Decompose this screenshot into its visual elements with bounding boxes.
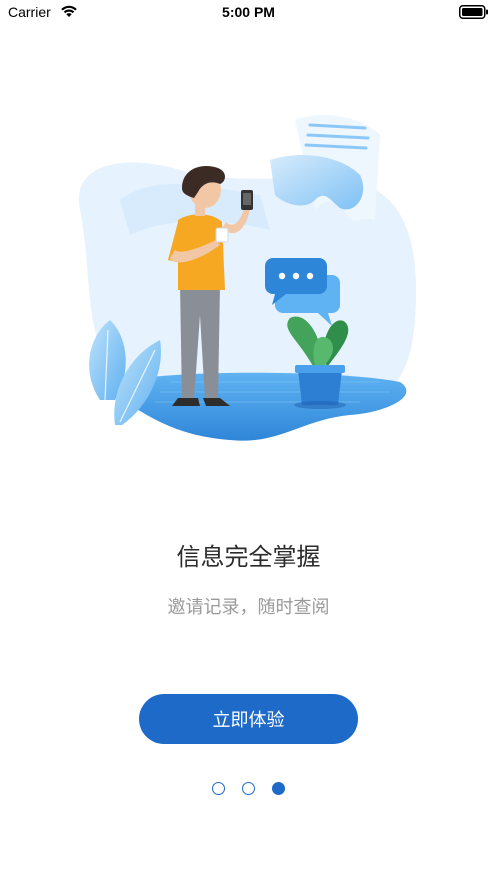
onboarding-illustration <box>78 115 417 441</box>
phone-icon <box>241 190 253 210</box>
page-indicator <box>0 782 497 798</box>
page-dot-2[interactable] <box>242 782 255 795</box>
page-dot-1[interactable] <box>212 782 225 795</box>
clock: 5:00 PM <box>222 4 275 20</box>
status-bar: Carrier 5:00 PM <box>0 0 497 26</box>
start-now-button[interactable]: 立即体验 <box>139 694 358 744</box>
page-dot-3-active[interactable] <box>272 782 285 795</box>
onboarding-subtitle: 邀请记录，随时查阅 <box>167 597 330 618</box>
floor-platform <box>130 372 407 441</box>
battery-icon <box>459 5 488 19</box>
onboarding-title: 信息完全掌握 <box>176 543 321 571</box>
